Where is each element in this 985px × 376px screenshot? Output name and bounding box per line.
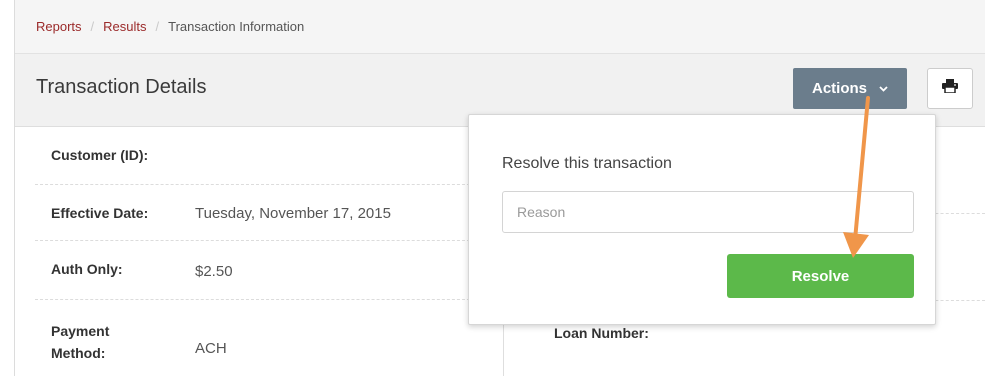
- detail-value: Tuesday, November 17, 2015: [195, 205, 391, 222]
- page-title: Transaction Details: [36, 76, 207, 98]
- breadcrumb-results[interactable]: Results: [103, 19, 146, 34]
- resolve-button[interactable]: Resolve: [727, 254, 914, 298]
- detail-row-customer: Customer (ID):: [35, 127, 475, 185]
- transaction-details-panel: Customer (ID): Effective Date: Tuesday, …: [15, 127, 504, 376]
- breadcrumb: Reports / Results / Transaction Informat…: [15, 0, 985, 54]
- printer-icon: [942, 79, 958, 98]
- actions-button-label: Actions: [811, 80, 867, 97]
- resolve-popover: Resolve this transaction Resolve: [468, 114, 936, 325]
- reason-input[interactable]: [502, 191, 914, 233]
- actions-button[interactable]: Actions: [793, 68, 907, 109]
- breadcrumb-separator: /: [90, 19, 95, 34]
- detail-label: Customer (ID):: [51, 147, 149, 163]
- breadcrumb-current: Transaction Information: [168, 19, 305, 34]
- detail-label: Auth Only:: [51, 261, 123, 277]
- breadcrumb-reports[interactable]: Reports: [36, 19, 82, 34]
- chevron-down-icon: [879, 83, 888, 95]
- print-button[interactable]: [927, 68, 973, 109]
- popover-title: Resolve this transaction: [502, 155, 672, 172]
- detail-row-auth-only: Auth Only: $2.50: [35, 241, 475, 300]
- detail-label: Payment Method:: [51, 323, 110, 361]
- transaction-page: Reports / Results / Transaction Informat…: [14, 0, 985, 376]
- detail-row-effective-date: Effective Date: Tuesday, November 17, 20…: [35, 185, 475, 241]
- loan-number-label: Loan Number:: [554, 325, 649, 341]
- detail-value: ACH: [195, 340, 227, 357]
- detail-value: $2.50: [195, 263, 233, 280]
- breadcrumb-separator: /: [155, 19, 160, 34]
- detail-row-payment-method: Payment Method: ACH: [35, 300, 475, 376]
- detail-label: Effective Date:: [51, 205, 149, 221]
